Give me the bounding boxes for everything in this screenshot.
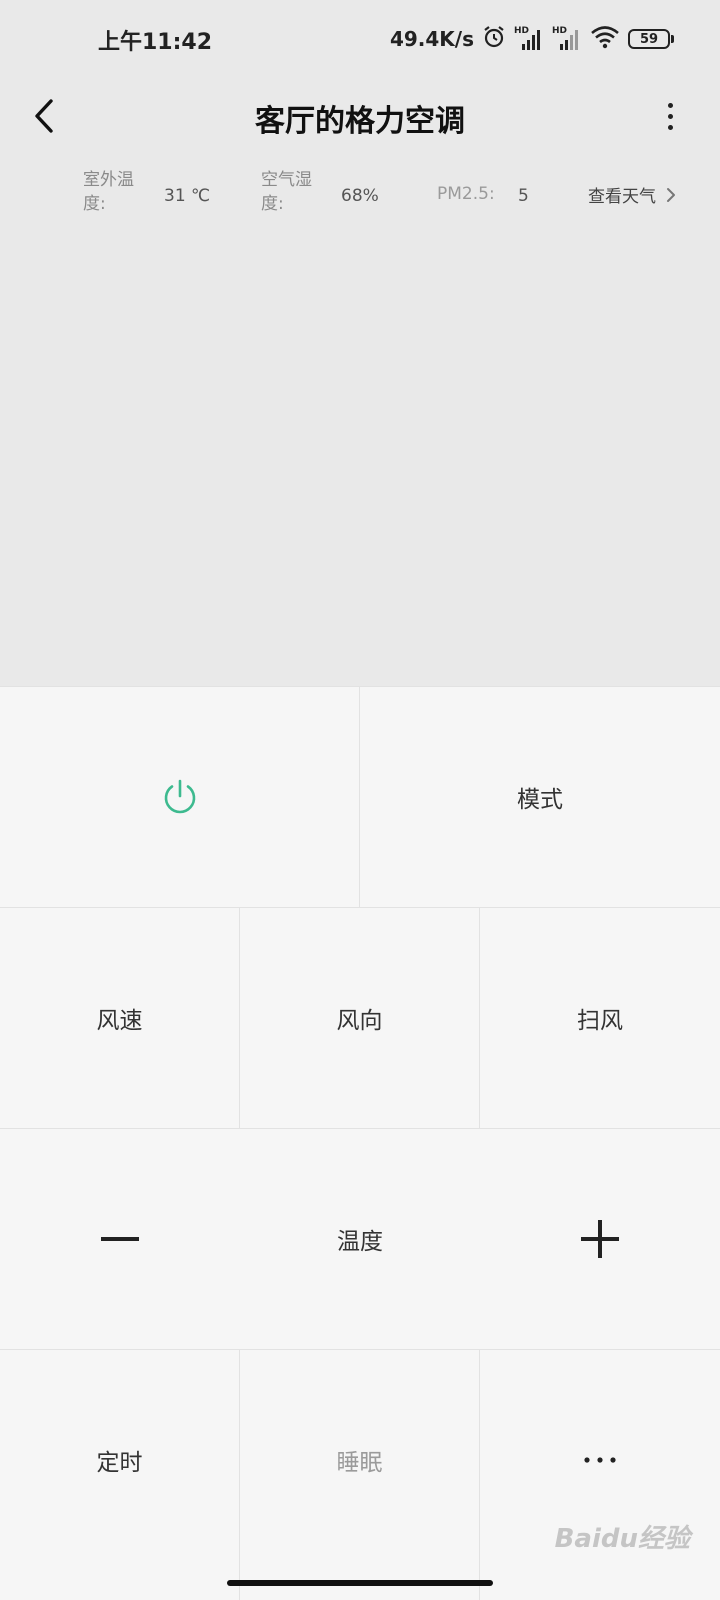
pm25-label: PM2.5: bbox=[437, 184, 495, 204]
home-indicator[interactable] bbox=[227, 1580, 493, 1586]
mode-button[interactable]: 模式 bbox=[360, 687, 720, 907]
timer-button[interactable]: 定时 bbox=[0, 1350, 240, 1600]
alarm-icon bbox=[482, 25, 506, 53]
page-title: 客厅的格力空调 bbox=[255, 104, 465, 139]
swing-button[interactable]: 扫风 bbox=[480, 908, 720, 1128]
control-row: 模式 bbox=[0, 686, 720, 907]
more-options-button[interactable] bbox=[658, 94, 682, 138]
temperature-label: 温度 bbox=[337, 1229, 383, 1255]
status-bar: 上午11:42 49.4K/s HD HD 59 bbox=[0, 0, 720, 80]
wind-speed-button[interactable]: 风速 bbox=[0, 908, 240, 1128]
view-weather-link[interactable]: 查看天气 bbox=[588, 182, 676, 207]
app-header: 客厅的格力空调 bbox=[0, 80, 720, 152]
wifi-icon bbox=[590, 25, 620, 53]
more-controls-button[interactable] bbox=[480, 1350, 720, 1600]
temperature-up-button[interactable] bbox=[480, 1129, 720, 1349]
view-weather-label: 查看天气 bbox=[588, 187, 656, 207]
control-row: 温度 bbox=[0, 1128, 720, 1349]
signal-icon: HD bbox=[552, 26, 582, 52]
humidity-value: 68% bbox=[341, 186, 379, 206]
wind-direction-button[interactable]: 风向 bbox=[240, 908, 480, 1128]
signal-icon: HD bbox=[514, 26, 544, 52]
humidity-label: 空气湿度: bbox=[261, 170, 312, 214]
chevron-right-icon bbox=[667, 187, 675, 202]
more-vertical-icon bbox=[667, 102, 673, 108]
net-speed: 49.4K/s bbox=[389, 27, 474, 51]
temperature-down-button[interactable] bbox=[0, 1129, 240, 1349]
outdoor-temp-label: 室外温度: bbox=[83, 170, 134, 214]
outdoor-temp-value: 31 ℃ bbox=[164, 186, 211, 206]
watermark: Baidu经验 bbox=[554, 1524, 690, 1554]
control-panel: 模式 风速 风向 扫风 温度 定时 睡眠 bbox=[0, 686, 720, 1600]
pm25-value: 5 bbox=[518, 186, 529, 206]
control-row: 风速 风向 扫风 bbox=[0, 907, 720, 1128]
minus-icon bbox=[101, 1237, 139, 1241]
control-row: 定时 睡眠 bbox=[0, 1349, 720, 1600]
power-button[interactable] bbox=[0, 687, 360, 907]
sleep-button[interactable]: 睡眠 bbox=[240, 1350, 480, 1600]
ellipsis-icon bbox=[584, 1457, 616, 1463]
status-icons: 49.4K/s HD HD 59 bbox=[389, 22, 674, 56]
battery-icon: 59 bbox=[628, 29, 674, 49]
status-time: 上午11:42 bbox=[98, 30, 213, 55]
power-icon bbox=[164, 779, 195, 814]
plus-icon bbox=[581, 1220, 619, 1258]
weather-info-row: 室外温度: 31 ℃ 空气湿度: 68% PM2.5: 5 查看天气 bbox=[0, 168, 720, 224]
